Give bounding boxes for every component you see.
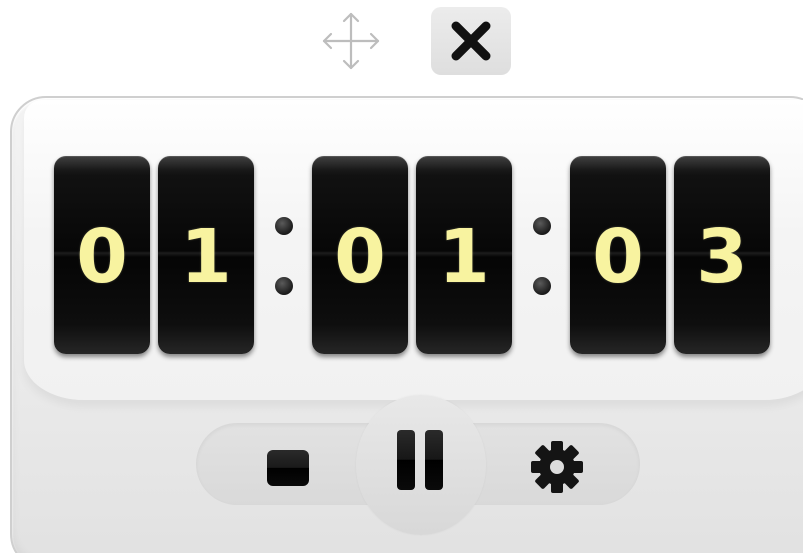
stop-icon [267, 450, 309, 486]
pause-button[interactable] [380, 420, 460, 500]
colon-dot [275, 277, 293, 295]
close-x-icon [451, 21, 491, 61]
minutes-tens-digit: 0 [312, 156, 408, 354]
digit-value: 1 [180, 214, 232, 300]
stop-button[interactable] [258, 438, 318, 498]
hours-ones-digit: 1 [158, 156, 254, 354]
settings-button[interactable] [522, 432, 592, 502]
close-button[interactable] [431, 7, 511, 75]
timer-widget: 0 1 0 1 0 3 [0, 0, 803, 553]
digit-value: 3 [696, 214, 748, 300]
hours-tens-digit: 0 [54, 156, 150, 354]
seconds-ones-digit: 3 [674, 156, 770, 354]
digit-value: 0 [334, 214, 386, 300]
move-arrows-icon [322, 12, 380, 70]
colon-dot [533, 217, 551, 235]
digit-value: 1 [438, 214, 490, 300]
pause-icon [392, 430, 448, 490]
colon-dot [275, 217, 293, 235]
seconds-tens-digit: 0 [570, 156, 666, 354]
gear-icon [531, 441, 583, 493]
minutes-ones-digit: 1 [416, 156, 512, 354]
move-handle[interactable] [318, 8, 384, 74]
colon-dot [533, 277, 551, 295]
digit-value: 0 [76, 214, 128, 300]
digit-value: 0 [592, 214, 644, 300]
